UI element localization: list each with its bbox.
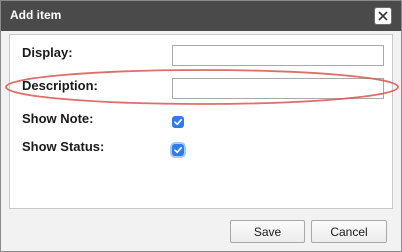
checkmark-icon bbox=[174, 118, 183, 126]
close-button[interactable] bbox=[374, 7, 392, 25]
display-input[interactable] bbox=[172, 45, 384, 66]
dialog-titlebar[interactable]: Add item bbox=[1, 1, 401, 31]
display-label: Display: bbox=[22, 45, 73, 60]
show-note-checkbox[interactable] bbox=[172, 116, 184, 128]
description-input[interactable] bbox=[172, 78, 384, 99]
save-button[interactable]: Save bbox=[230, 220, 305, 243]
close-x-icon bbox=[378, 11, 388, 21]
dialog-title: Add item bbox=[10, 8, 62, 22]
cancel-button[interactable]: Cancel bbox=[311, 220, 387, 243]
show-status-label: Show Status: bbox=[22, 139, 105, 154]
checkmark-icon bbox=[174, 146, 183, 154]
show-status-checkbox[interactable] bbox=[172, 144, 184, 156]
description-label: Description: bbox=[22, 78, 98, 93]
add-item-dialog: Add item Display: Description: Show Note… bbox=[0, 0, 402, 252]
show-note-label: Show Note: bbox=[22, 111, 94, 126]
